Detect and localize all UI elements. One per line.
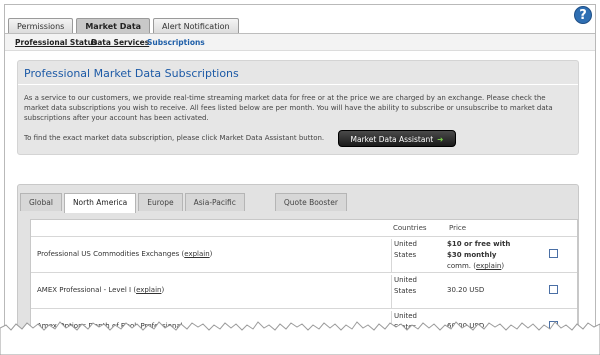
info-box: Professional Market Data Subscriptions A… xyxy=(17,60,579,155)
subnav-data-services[interactable]: Data Services xyxy=(91,38,149,47)
country-line: United xyxy=(394,276,417,284)
page-title: Professional Market Data Subscriptions xyxy=(24,67,239,80)
tab-global[interactable]: Global xyxy=(20,193,62,211)
header-price: Price xyxy=(449,224,467,232)
row-price: $10 or free with $30 monthly comm. (explai… xyxy=(447,240,511,270)
row-name: AMEX Professional - Level I (explain) xyxy=(37,286,165,294)
header-countries: Countries xyxy=(393,224,427,232)
row-country: United States xyxy=(391,239,439,273)
country-line: States xyxy=(394,287,417,295)
subscribe-checkbox[interactable] xyxy=(549,249,558,258)
explain-link[interactable]: explain xyxy=(136,286,161,294)
table-header: Countries Price xyxy=(31,220,577,237)
country-line: States xyxy=(394,251,417,259)
row-name-text: AMEX Professional - Level I xyxy=(37,286,132,294)
region-tabs: Global North America Europe Asia-Pacific… xyxy=(20,193,349,213)
tab-asia-pacific[interactable]: Asia-Pacific xyxy=(184,193,245,211)
table-row: Professional US Commodities Exchanges (e… xyxy=(31,237,577,273)
intro-line-3: subscriptions after your account has bee… xyxy=(24,114,209,122)
row-price: 30.20 USD xyxy=(447,286,485,294)
divider xyxy=(18,84,578,85)
tab-north-america[interactable]: North America xyxy=(63,193,137,213)
price-line: $10 or free with xyxy=(447,240,511,248)
row-name: Professional US Commodities Exchanges (e… xyxy=(37,250,213,258)
price-tail: comm. xyxy=(447,262,471,270)
tab-europe[interactable]: Europe xyxy=(138,193,183,211)
top-tabs: Permissions Market Data Alert Notificati… xyxy=(8,18,239,33)
torn-edge xyxy=(0,321,600,355)
price-line: $30 monthly xyxy=(447,251,497,259)
find-text: To find the exact market data subscripti… xyxy=(24,134,325,142)
price-explain-link[interactable]: explain xyxy=(476,262,501,270)
assistant-button-label: Market Data Assistant xyxy=(350,135,434,144)
table-row: AMEX Professional - Level I (explain) Un… xyxy=(31,273,577,309)
tab-quote-booster[interactable]: Quote Booster xyxy=(274,193,347,211)
subnav-professional-status[interactable]: Professional Status xyxy=(15,38,97,47)
tab-permissions[interactable]: Permissions xyxy=(8,18,74,33)
market-data-assistant-button[interactable]: Market Data Assistant ➜ xyxy=(338,130,456,147)
row-country: United States xyxy=(391,275,439,309)
row-name-text: Professional US Commodities Exchanges xyxy=(37,250,180,258)
subnav-subscriptions[interactable]: Subscriptions xyxy=(147,38,205,47)
explain-link[interactable]: explain xyxy=(184,250,209,258)
help-icon[interactable]: ? xyxy=(574,6,592,24)
subnav: Professional Status Data Services Subscr… xyxy=(5,33,595,51)
tab-alert-notification[interactable]: Alert Notification xyxy=(153,18,239,33)
tab-market-data[interactable]: Market Data xyxy=(76,18,151,33)
country-line: United xyxy=(394,240,417,248)
arrow-right-icon: ➜ xyxy=(437,135,444,144)
subscribe-checkbox[interactable] xyxy=(549,285,558,294)
